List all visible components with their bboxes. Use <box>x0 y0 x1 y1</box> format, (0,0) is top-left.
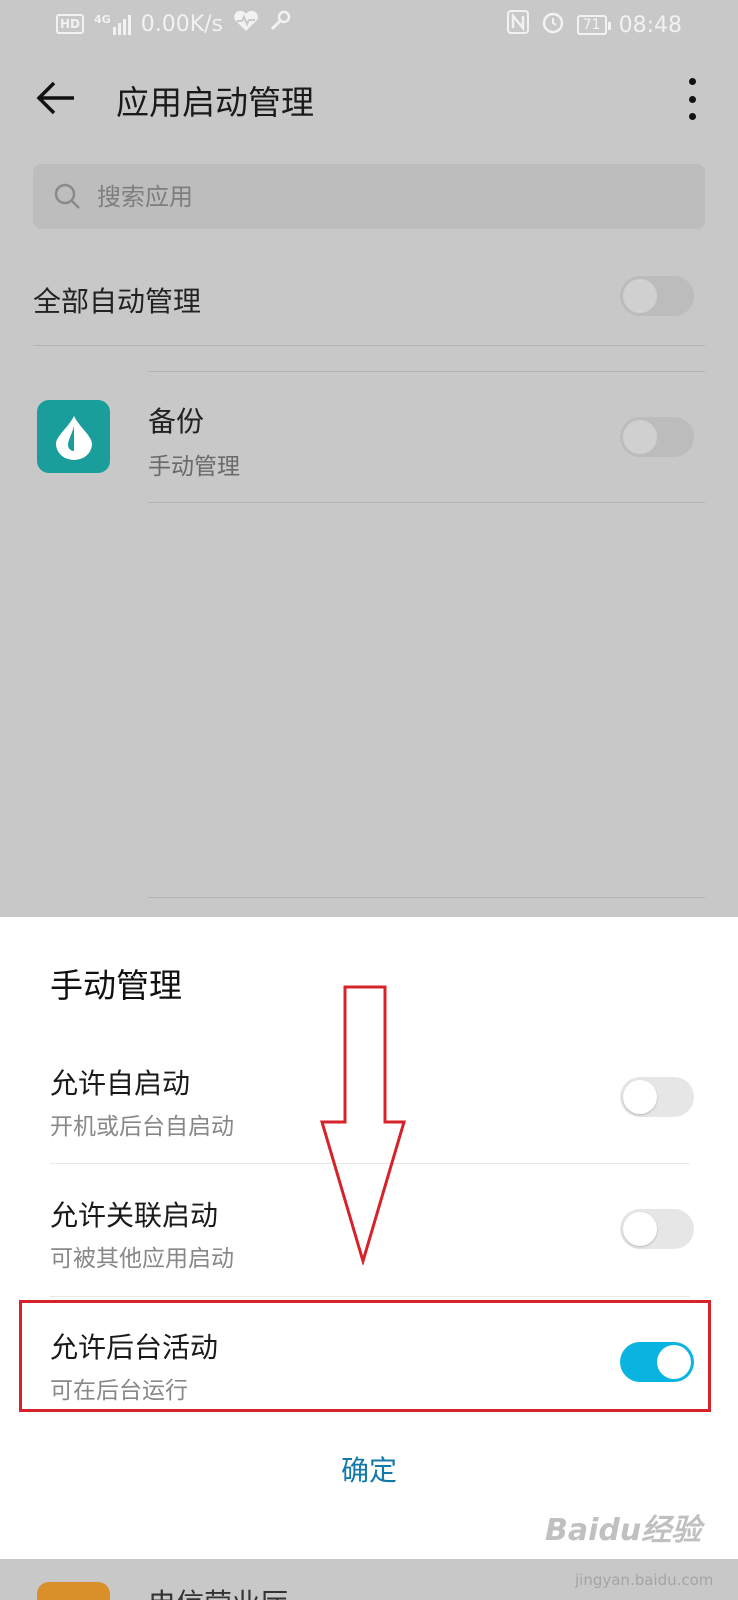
option-title-associated-start: 允许关联启动 <box>50 1199 219 1232</box>
water-drop-icon <box>55 415 92 460</box>
status-bar-right: 71 08:48 <box>506 10 682 40</box>
more-dot-icon <box>688 95 696 103</box>
toggle-knob <box>623 1212 657 1246</box>
backup-app-icon <box>37 400 110 473</box>
annotation-highlight-box <box>19 1300 711 1412</box>
confirm-button[interactable]: 确定 <box>269 1437 469 1501</box>
associated-start-toggle[interactable] <box>620 1209 694 1249</box>
network-speed: 0.00K/s <box>140 11 223 37</box>
global-auto-manage-label: 全部自动管理 <box>33 285 202 318</box>
more-dot-icon <box>688 113 696 120</box>
battery-icon: 71 <box>576 15 611 35</box>
alarm-icon <box>541 10 565 40</box>
toggle-knob <box>623 420 657 454</box>
annotation-arrow-icon <box>319 985 407 1265</box>
signal-icon: 4G <box>94 13 131 35</box>
option-subtitle-auto-start: 开机或后台自启动 <box>50 1114 234 1140</box>
heart-monitor-icon <box>233 10 259 38</box>
clock: 08:48 <box>618 12 682 38</box>
app-mode: 手动管理 <box>148 454 240 480</box>
key-icon <box>269 10 291 38</box>
toggle-knob <box>623 1080 657 1114</box>
divider <box>148 897 705 898</box>
back-button[interactable] <box>34 76 78 120</box>
search-bar[interactable] <box>33 164 705 229</box>
global-auto-manage-toggle[interactable] <box>620 276 694 316</box>
option-subtitle-associated-start: 可被其他应用启动 <box>50 1246 234 1272</box>
back-arrow-icon <box>36 81 74 115</box>
baidu-watermark: Baidu经验 <box>545 1513 702 1548</box>
divider <box>33 345 705 346</box>
toggle-knob <box>623 279 657 313</box>
option-title-auto-start: 允许自启动 <box>50 1067 191 1100</box>
more-dot-icon <box>688 78 696 85</box>
telecom-app-icon <box>37 1582 110 1600</box>
app-bar: 应用启动管理 <box>0 50 738 150</box>
auto-start-toggle[interactable] <box>620 1077 694 1117</box>
divider <box>148 371 705 372</box>
divider <box>148 502 705 503</box>
peek-app-name: 电信营业厅 <box>148 1582 288 1600</box>
app-name: 备份 <box>148 405 205 438</box>
baidu-watermark-url: jingyan.baidu.com <box>575 1571 714 1589</box>
status-bar-left: HD 4G 0.00K/s <box>56 10 291 38</box>
nfc-icon <box>506 10 529 40</box>
status-bar: HD 4G 0.00K/s 71 08:48 <box>0 0 738 50</box>
hd-badge: HD <box>56 14 85 34</box>
divider <box>50 1296 690 1297</box>
more-options-button[interactable] <box>672 74 712 124</box>
search-icon <box>54 183 80 209</box>
network-type: 4G <box>94 13 111 26</box>
sheet-title: 手动管理 <box>50 966 182 1005</box>
page-title: 应用启动管理 <box>116 83 314 122</box>
search-input[interactable] <box>97 164 687 229</box>
app-toggle-backup[interactable] <box>620 417 694 457</box>
